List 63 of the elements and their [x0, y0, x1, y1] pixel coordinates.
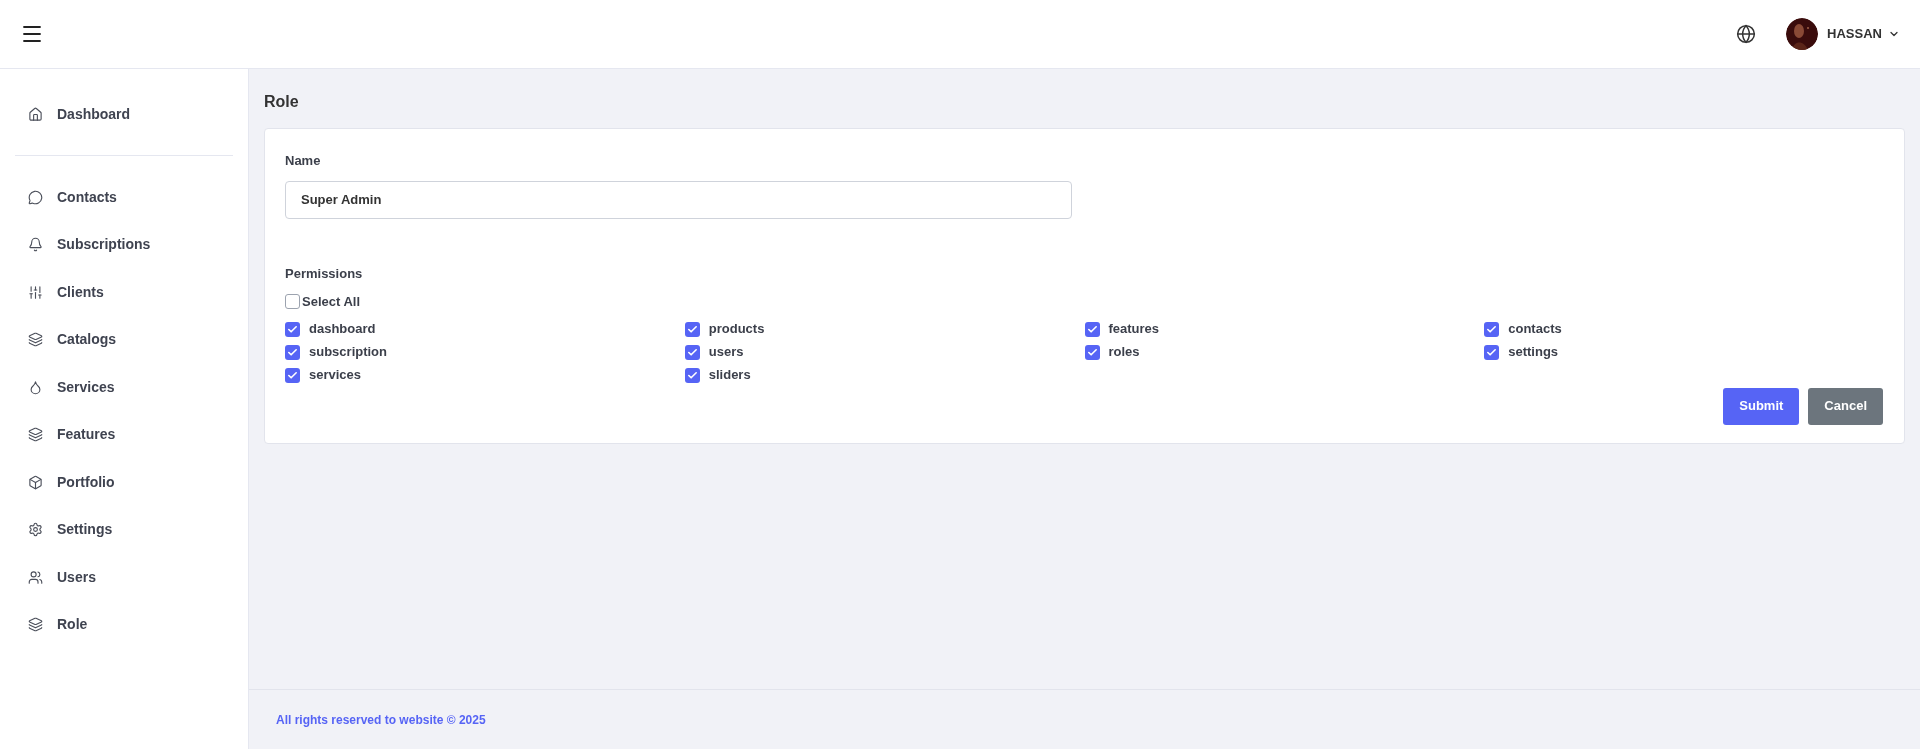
sidebar-item[interactable]: Services: [0, 366, 248, 408]
sidebar-item[interactable]: Subscriptions: [0, 223, 248, 266]
footer-text: All rights reserved to website © 2025: [276, 711, 486, 729]
layers-icon: [28, 332, 43, 347]
name-field[interactable]: Super Admin: [285, 180, 1072, 219]
check-icon: [1086, 346, 1098, 358]
check-icon: [287, 369, 298, 381]
home-icon: [28, 106, 43, 122]
check-icon: [686, 323, 698, 335]
checkbox-label: Select All: [302, 293, 361, 311]
checkbox[interactable]: [285, 344, 300, 360]
check-icon: [287, 346, 298, 358]
submit-button[interactable]: Submit: [1723, 387, 1800, 425]
checkbox-label: subscription: [309, 343, 387, 362]
checkbox-label: contacts: [1508, 320, 1562, 339]
field-label: Name: [285, 152, 322, 170]
section-label: Permissions: [285, 264, 364, 283]
checkbox[interactable]: [684, 367, 700, 383]
checkbox[interactable]: [285, 294, 300, 310]
sliders-icon: [28, 284, 43, 300]
sidebar-item[interactable]: Settings: [0, 508, 248, 551]
checkbox-label: dashboard: [309, 320, 376, 339]
users-icon: [28, 569, 43, 585]
check-icon: [1486, 323, 1498, 335]
checkbox[interactable]: [684, 344, 700, 360]
checkbox-label: services: [309, 366, 362, 385]
checkbox[interactable]: [1484, 344, 1500, 360]
layers-icon: [28, 617, 43, 632]
layers-icon: [28, 427, 43, 442]
checkbox-label: features: [1108, 320, 1160, 339]
checkbox[interactable]: [1484, 321, 1500, 337]
check-icon: [1486, 346, 1498, 358]
page-title: Role: [264, 92, 300, 112]
checkbox-label: roles: [1108, 343, 1140, 362]
sidebar-item[interactable]: Contacts: [0, 176, 248, 218]
sidebar-item[interactable]: Features: [0, 413, 248, 456]
checkbox-label: settings: [1508, 343, 1559, 362]
sidebar-item[interactable]: Dashboard: [0, 93, 248, 135]
sidebar-item[interactable]: Role: [0, 603, 248, 646]
sidebar-item[interactable]: Users: [0, 556, 248, 598]
check-icon: [1086, 323, 1098, 335]
globe-icon[interactable]: [1736, 24, 1757, 44]
chat-bubble-icon: [28, 189, 43, 205]
droplet-icon: [28, 379, 43, 395]
sidebar-item[interactable]: Portfolio: [0, 461, 248, 503]
check-icon: [686, 346, 698, 358]
sidebar-item[interactable]: Clients: [0, 271, 248, 313]
cube-icon: [28, 474, 43, 490]
bell-icon: [28, 237, 43, 252]
checkbox-label: users: [708, 343, 744, 362]
checkbox[interactable]: [285, 321, 300, 337]
check-icon: [287, 323, 298, 335]
checkbox[interactable]: [285, 367, 300, 383]
checkbox-label: products: [708, 320, 765, 339]
checkbox[interactable]: [1084, 344, 1100, 360]
settings-icon: [28, 522, 43, 537]
sidebar-item[interactable]: Catalogs: [0, 318, 248, 361]
user-name[interactable]: HASSAN: [1827, 24, 1882, 44]
checkbox[interactable]: [1084, 321, 1100, 337]
cancel-button[interactable]: Cancel: [1808, 387, 1883, 425]
checkbox-label: sliders: [708, 366, 751, 385]
check-icon: [686, 369, 698, 381]
checkbox[interactable]: [684, 321, 700, 337]
